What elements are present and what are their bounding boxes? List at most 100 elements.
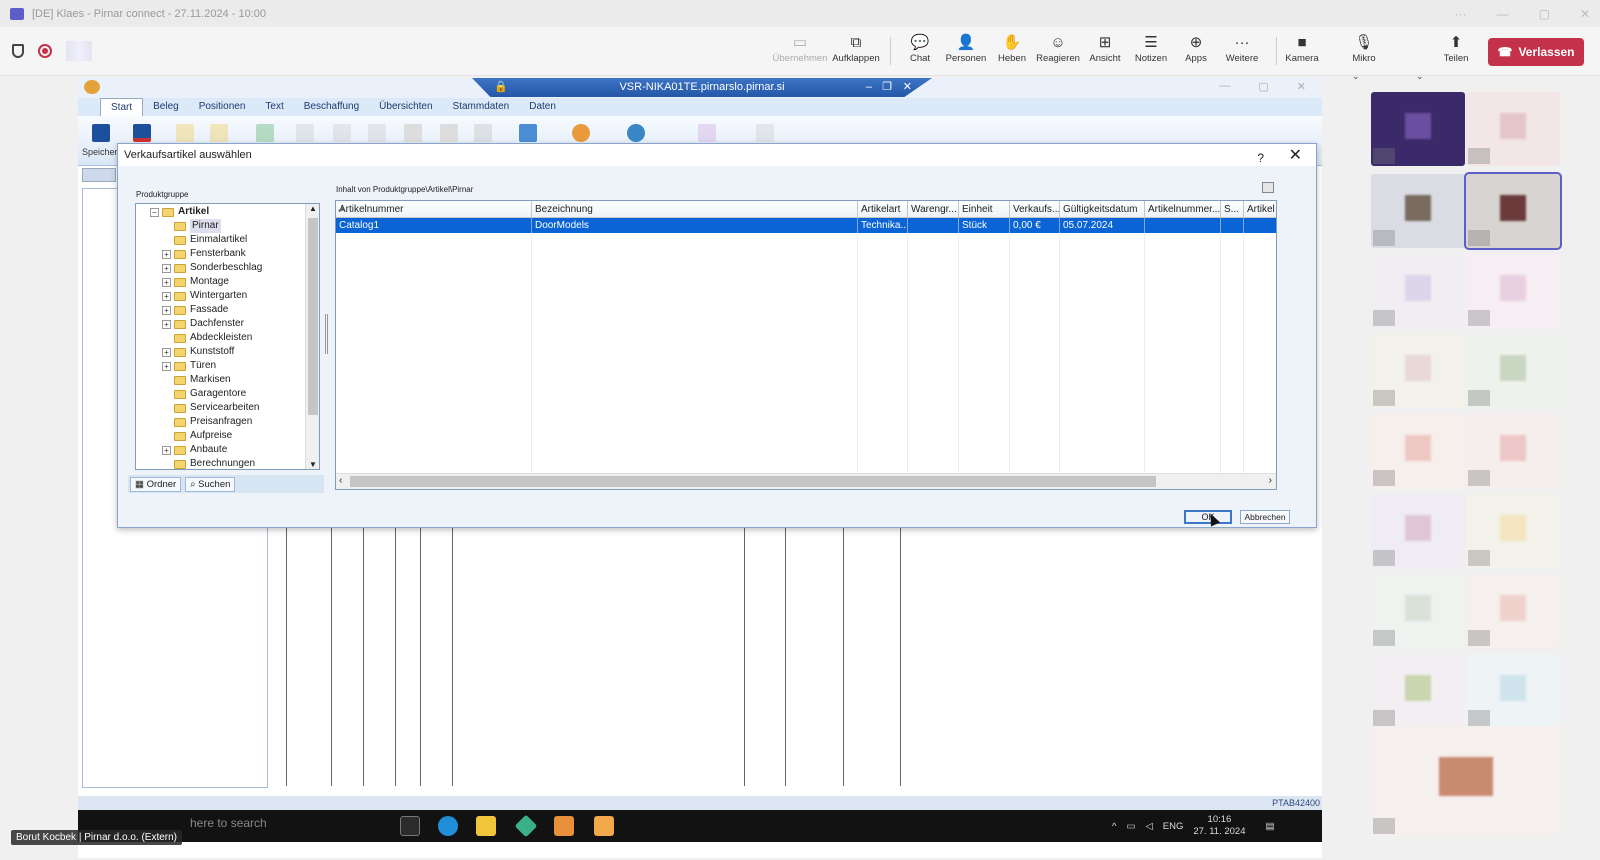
expand-icon[interactable]: +: [162, 347, 171, 357]
folders-button[interactable]: ▦ Ordner: [130, 476, 182, 492]
participant-tile[interactable]: [1371, 726, 1561, 836]
column-chooser-icon[interactable]: [1262, 182, 1274, 193]
tree-node[interactable]: Berechnungen: [162, 457, 255, 469]
doc-icon[interactable]: [296, 124, 314, 142]
list-icon[interactable]: [440, 124, 458, 142]
expand-icon[interactable]: +: [162, 319, 171, 329]
scroll-up-icon[interactable]: ▲: [309, 204, 317, 213]
participant-tile[interactable]: [1371, 334, 1465, 408]
tree-node[interactable]: Abdeckleisten: [162, 331, 252, 345]
task-view-icon[interactable]: [400, 816, 420, 836]
camera-options-chevron-icon[interactable]: ⌄: [1352, 71, 1360, 82]
participant-tile[interactable]: [1466, 494, 1560, 568]
minimize-icon[interactable]: —: [1497, 7, 1509, 21]
remote-minimize-icon[interactable]: –: [866, 78, 872, 97]
tab-stammdaten[interactable]: Stammdaten: [443, 98, 520, 116]
globe-icon[interactable]: [627, 124, 645, 142]
tab-beleg[interactable]: Beleg: [143, 98, 189, 116]
file-explorer-icon[interactable]: [476, 816, 496, 836]
participant-tile[interactable]: [1466, 574, 1560, 648]
open-icon[interactable]: [176, 124, 194, 142]
tree-scrollbar[interactable]: ▲ ▼: [305, 204, 319, 469]
volume-icon[interactable]: ◁: [1145, 821, 1152, 832]
column-header[interactable]: Artikel: [1244, 201, 1276, 218]
tree-node[interactable]: + Sonderbeschlag: [162, 261, 262, 275]
participant-tile[interactable]: [1371, 92, 1465, 166]
tab-positionen[interactable]: Positionen: [189, 98, 256, 116]
tab-beschaffung[interactable]: Beschaffung: [294, 98, 369, 116]
column-header[interactable]: Warengr...: [908, 201, 959, 218]
app-minimize-icon[interactable]: —: [1219, 80, 1230, 93]
save-close-icon[interactable]: [133, 124, 151, 142]
participant-tile[interactable]: [1371, 654, 1465, 728]
column-header[interactable]: Artikelart: [858, 201, 908, 218]
cancel-button[interactable]: Abbrechen: [1240, 510, 1290, 524]
mic-options-chevron-icon[interactable]: ⌄: [1416, 71, 1424, 82]
shield-icon[interactable]: [12, 44, 24, 58]
expand-icon[interactable]: +: [162, 361, 171, 371]
tree-scroll-thumb[interactable]: [308, 218, 318, 415]
participant-tile[interactable]: [1466, 92, 1560, 166]
tree-node[interactable]: Pirnar: [162, 219, 221, 233]
participant-tile[interactable]: [1371, 494, 1465, 568]
participant-tile[interactable]: [1371, 574, 1465, 648]
map-icon[interactable]: [519, 124, 537, 142]
column-header[interactable]: Artikelnummer...: [1145, 201, 1221, 218]
table-cell[interactable]: 05.07.2024: [1060, 218, 1145, 233]
expand-icon[interactable]: +: [162, 305, 171, 315]
recording-icon[interactable]: [38, 44, 52, 58]
column-header[interactable]: Bezeichnung: [532, 201, 858, 218]
tree-node[interactable]: Aufpreise: [162, 429, 232, 443]
table-cell[interactable]: [1145, 218, 1221, 233]
taskbar-search[interactable]: here to search: [190, 816, 267, 830]
scroll-left-icon[interactable]: ‹: [339, 475, 342, 486]
participant-tile[interactable]: [1464, 172, 1562, 250]
remote-restore-icon[interactable]: ❐: [882, 78, 892, 97]
tree-node[interactable]: Preisanfragen: [162, 415, 252, 429]
tray-chevron-icon[interactable]: ^: [1112, 821, 1116, 832]
remote-close-icon[interactable]: ✕: [903, 78, 912, 97]
expand-icon[interactable]: +: [162, 263, 171, 273]
grid-scroll-thumb[interactable]: [350, 476, 1156, 487]
participant-tile[interactable]: [1371, 414, 1465, 488]
panel-splitter[interactable]: [325, 314, 328, 354]
tree-node[interactable]: + Kunststoff: [162, 345, 234, 359]
column-header[interactable]: Verkaufs...: [1010, 201, 1060, 218]
expand-icon[interactable]: +: [162, 445, 171, 455]
participant-tile[interactable]: [1466, 254, 1560, 328]
clock[interactable]: 10:16 27. 11. 2024: [1193, 814, 1245, 838]
table-cell[interactable]: 0,00 €: [1010, 218, 1060, 233]
print-icon[interactable]: [256, 124, 274, 142]
tree-node[interactable]: Servicearbeiten: [162, 401, 259, 415]
mic-button[interactable]: 🎙 Mikro: [1334, 33, 1394, 71]
tools-icon[interactable]: [756, 124, 774, 142]
participant-tile[interactable]: [1466, 654, 1560, 728]
table-cell[interactable]: Stück: [959, 218, 1010, 233]
column-header[interactable]: S...: [1221, 201, 1244, 218]
takeover-button[interactable]: ▭ Übernehmen: [770, 33, 830, 71]
tab-start[interactable]: Start: [100, 98, 144, 116]
tree-node[interactable]: + Montage: [162, 275, 229, 289]
help-icon[interactable]: ?: [1257, 147, 1264, 169]
share-button[interactable]: ⬆ Teilen: [1426, 33, 1486, 71]
participant-tile[interactable]: [1466, 414, 1560, 488]
column-header[interactable]: Einheit: [959, 201, 1010, 218]
doc-2-icon[interactable]: [333, 124, 351, 142]
table-cell[interactable]: Technika...: [858, 218, 908, 233]
table-cell[interactable]: Catalog1: [336, 218, 532, 233]
collapse-icon[interactable]: −: [150, 207, 159, 217]
tab-uebersichten[interactable]: Übersichten: [369, 98, 442, 116]
tree-node[interactable]: Einmalartikel: [162, 233, 247, 247]
klaes-2-icon[interactable]: [594, 816, 614, 836]
tree-node-artikel[interactable]: − Artikel: [150, 205, 209, 219]
close-icon[interactable]: ✕: [1580, 7, 1590, 21]
tab-text[interactable]: Text: [255, 98, 293, 116]
tree-node[interactable]: + Fensterbank: [162, 247, 246, 261]
klaes-icon[interactable]: [554, 816, 574, 836]
table-cell[interactable]: [908, 218, 959, 233]
table-cell[interactable]: [1244, 218, 1276, 233]
leave-button[interactable]: ☎ Verlassen: [1488, 38, 1584, 66]
tray-language[interactable]: ENG: [1163, 821, 1184, 832]
arrow-icon[interactable]: [698, 124, 716, 142]
search-button[interactable]: ⌕ Suchen: [185, 476, 236, 492]
